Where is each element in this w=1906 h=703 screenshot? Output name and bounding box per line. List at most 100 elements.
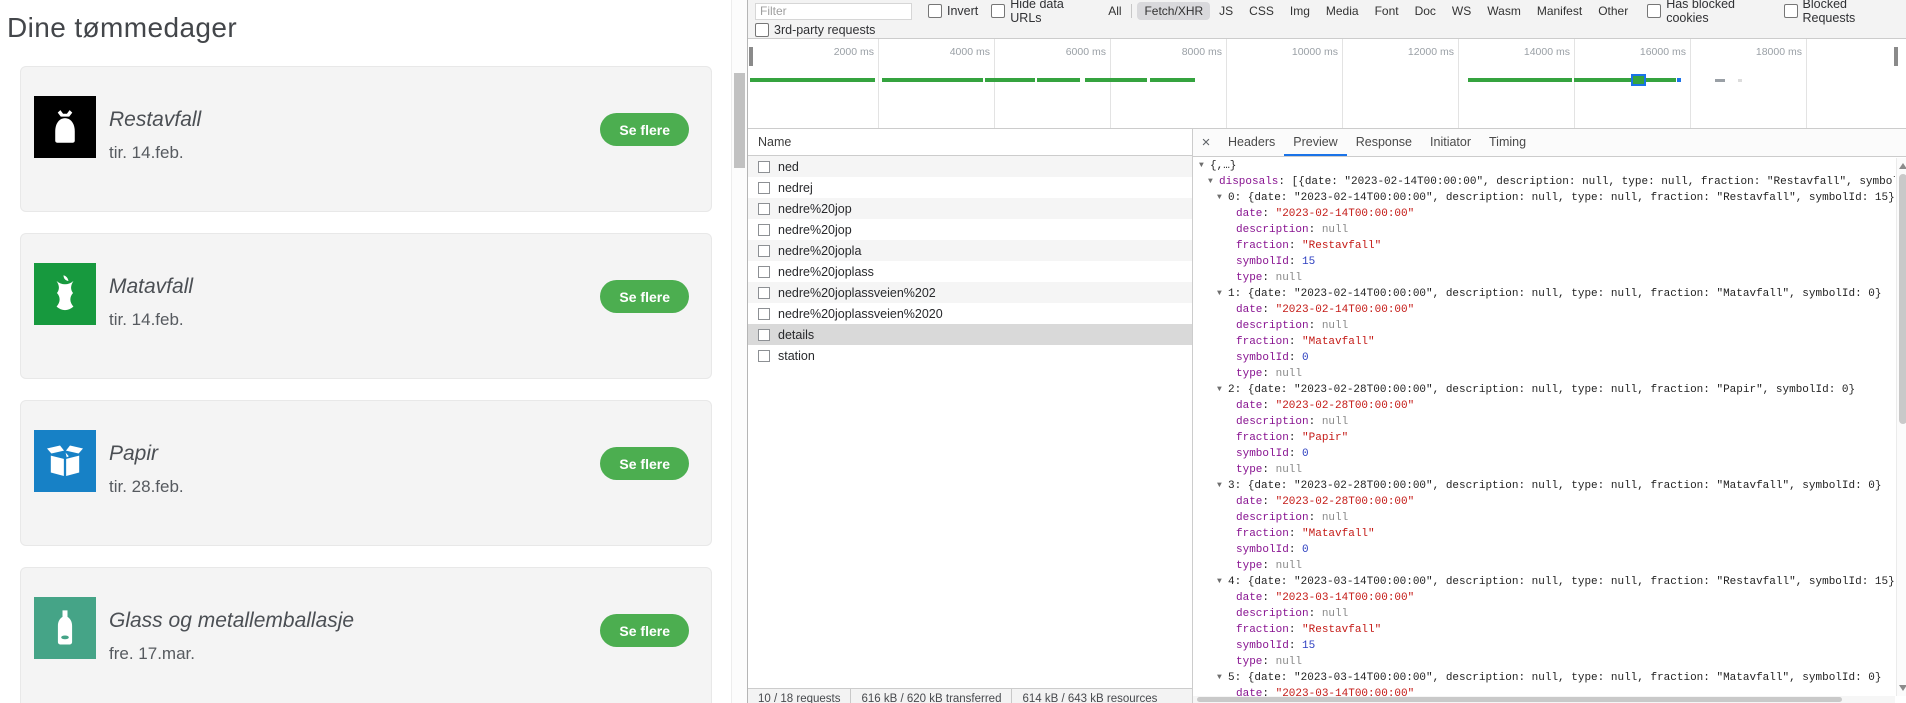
json-string-value: "Matavfall" [1302, 528, 1375, 540]
timeline-tick-label: 2000 ms [748, 39, 879, 128]
request-name: nedre%20jop [778, 201, 852, 216]
filter-type-chip[interactable]: CSS [1242, 2, 1281, 20]
expand-arrow-icon[interactable]: ▼ [1208, 174, 1219, 190]
see-more-button[interactable]: Se flere [600, 113, 689, 146]
json-property-line: fraction: "Matavfall" [1236, 336, 1375, 348]
preview-vertical-scrollbar[interactable] [1896, 158, 1906, 696]
see-more-button[interactable]: Se flere [600, 614, 689, 647]
json-object-line[interactable]: ▼ 0: {date: "2023-02-14T00:00:00", descri… [1193, 190, 1895, 206]
json-key: date [1236, 496, 1263, 508]
page-scrollbar[interactable] [731, 0, 748, 703]
json-null-value: null [1321, 512, 1349, 524]
scroll-up-icon[interactable] [1899, 163, 1906, 169]
detail-tab[interactable]: Timing [1480, 129, 1535, 156]
expand-arrow-icon[interactable]: ▼ [1217, 670, 1228, 686]
request-row[interactable]: nedre%20jop [748, 219, 1192, 240]
overview-right-handle[interactable] [1894, 47, 1898, 66]
json-root-line[interactable]: ▼ {,…} [1193, 158, 1895, 174]
filter-type-chip[interactable]: Font [1368, 2, 1406, 20]
filter-type-chip[interactable]: Doc [1408, 2, 1443, 20]
request-doc-icon [758, 244, 770, 257]
checkbox-icon[interactable] [928, 4, 942, 18]
request-row[interactable]: nedre%20joplassveien%2020 [748, 303, 1192, 324]
vertical-scrollbar-thumb[interactable] [1899, 174, 1906, 424]
scroll-down-icon[interactable] [1899, 685, 1906, 691]
expand-arrow-icon[interactable]: ▼ [1217, 382, 1228, 398]
filter-type-chip[interactable]: WS [1445, 2, 1478, 20]
checkbox-icon[interactable] [1783, 4, 1798, 18]
request-row[interactable]: ned [748, 156, 1192, 177]
json-key: type [1236, 464, 1263, 476]
expand-arrow-icon[interactable]: ▼ [1217, 286, 1228, 302]
json-object-line[interactable]: ▼ 5: {date: "2023-03-14T00:00:00", descri… [1193, 670, 1895, 686]
json-object-line[interactable]: ▼ 1: {date: "2023-02-14T00:00:00", descri… [1193, 286, 1895, 302]
filter-type-chip[interactable]: Wasm [1480, 2, 1528, 20]
see-more-button[interactable]: Se flere [600, 280, 689, 313]
see-more-button[interactable]: Se flere [600, 447, 689, 480]
detail-tab[interactable]: Headers [1219, 129, 1284, 156]
json-object-line[interactable]: ▼ 4: {date: "2023-03-14T00:00:00", descri… [1193, 574, 1895, 590]
filter-type-chip[interactable]: Other [1591, 2, 1635, 20]
json-null-value: null [1275, 368, 1303, 380]
hide-data-urls-checkbox[interactable]: Hide data URLs [991, 0, 1090, 25]
json-key: symbolId [1236, 544, 1289, 556]
checkbox-icon[interactable] [755, 23, 769, 37]
json-object-summary: 5: {date: "2023-03-14T00:00:00", descrip… [1228, 672, 1882, 684]
close-icon[interactable]: × [1193, 129, 1219, 156]
expand-arrow-icon[interactable]: ▼ [1217, 478, 1228, 494]
request-row[interactable]: nedre%20joplass [748, 261, 1192, 282]
json-string-value: "Matavfall" [1302, 336, 1375, 348]
network-filter-input[interactable] [755, 2, 912, 20]
json-key: description [1236, 320, 1309, 332]
request-row[interactable]: nedre%20joplassveien%202 [748, 282, 1192, 303]
expand-arrow-icon[interactable]: ▼ [1217, 190, 1228, 206]
json-null-value: null [1275, 464, 1303, 476]
request-name: details [778, 327, 815, 342]
detail-tab[interactable]: Initiator [1421, 129, 1480, 156]
filter-type-chip[interactable]: Manifest [1530, 2, 1589, 20]
json-key: description [1236, 512, 1309, 524]
overview-left-handle[interactable] [749, 47, 753, 66]
horizontal-scrollbar-thumb[interactable] [1197, 697, 1842, 702]
detail-tab[interactable]: Response [1347, 129, 1421, 156]
waste-fraction-icon [34, 430, 96, 492]
preview-horizontal-scrollbar[interactable] [1193, 696, 1895, 703]
json-object-summary: 1: {date: "2023-02-14T00:00:00", descrip… [1228, 288, 1882, 300]
request-row[interactable]: details [748, 324, 1192, 345]
json-key: date [1236, 208, 1263, 220]
checkbox-icon[interactable] [991, 4, 1006, 18]
request-row[interactable]: station [748, 345, 1192, 366]
blocked-requests-checkbox[interactable]: Blocked Requests [1783, 0, 1894, 25]
json-property-line: type: null [1236, 560, 1303, 572]
detail-tab[interactable]: Preview [1284, 129, 1347, 156]
request-doc-icon [758, 181, 770, 194]
json-number-value: 0 [1302, 352, 1309, 364]
filter-type-chip[interactable]: Media [1319, 2, 1366, 20]
request-row[interactable]: nedre%20jop [748, 198, 1192, 219]
waste-card-text: Restavfall tir. 14.feb. [109, 67, 201, 163]
expand-arrow-icon[interactable]: ▼ [1199, 158, 1210, 174]
checkbox-icon[interactable] [1647, 4, 1662, 18]
json-disposals-line[interactable]: ▼ disposals: [{date: "2023-02-14T00:00:00… [1193, 174, 1895, 190]
expand-arrow-icon[interactable]: ▼ [1217, 574, 1228, 590]
has-blocked-cookies-checkbox[interactable]: Has blocked cookies [1647, 0, 1770, 25]
page-scrollbar-thumb[interactable] [734, 73, 745, 168]
filter-type-all[interactable]: All [1103, 2, 1126, 20]
filter-type-chip[interactable]: JS [1212, 2, 1240, 20]
request-row[interactable]: nedre%20jopla [748, 240, 1192, 261]
json-string-value: "2023-02-14T00:00:00" [1275, 304, 1415, 316]
network-filter-bar: Invert Hide data URLs All Fetch/XHR JS C… [748, 0, 1906, 39]
waste-card: Glass og metallemballasje fre. 17.mar. S… [20, 567, 712, 703]
waste-collection-date: tir. 28.feb. [109, 477, 184, 496]
network-overview-timeline[interactable]: 2000 ms 4000 ms 6000 ms 8000 ms 10000 ms… [748, 39, 1906, 129]
third-party-checkbox[interactable]: 3rd-party requests [755, 23, 875, 37]
request-list-name-header[interactable]: Name [748, 129, 1192, 156]
filter-type-chip[interactable]: Img [1283, 2, 1317, 20]
invert-checkbox[interactable]: Invert [928, 4, 978, 18]
filter-type-chip[interactable]: Fetch/XHR [1137, 2, 1211, 20]
json-object-line[interactable]: ▼ 3: {date: "2023-02-28T00:00:00", descri… [1193, 478, 1895, 494]
request-rows: ned nedrej nedre%20jop nedre%20jop nedre… [748, 156, 1192, 366]
detail-tab-bar: × Headers Preview Response Initiator Tim… [1193, 129, 1906, 157]
request-row[interactable]: nedrej [748, 177, 1192, 198]
json-object-line[interactable]: ▼ 2: {date: "2023-02-28T00:00:00", descri… [1193, 382, 1895, 398]
